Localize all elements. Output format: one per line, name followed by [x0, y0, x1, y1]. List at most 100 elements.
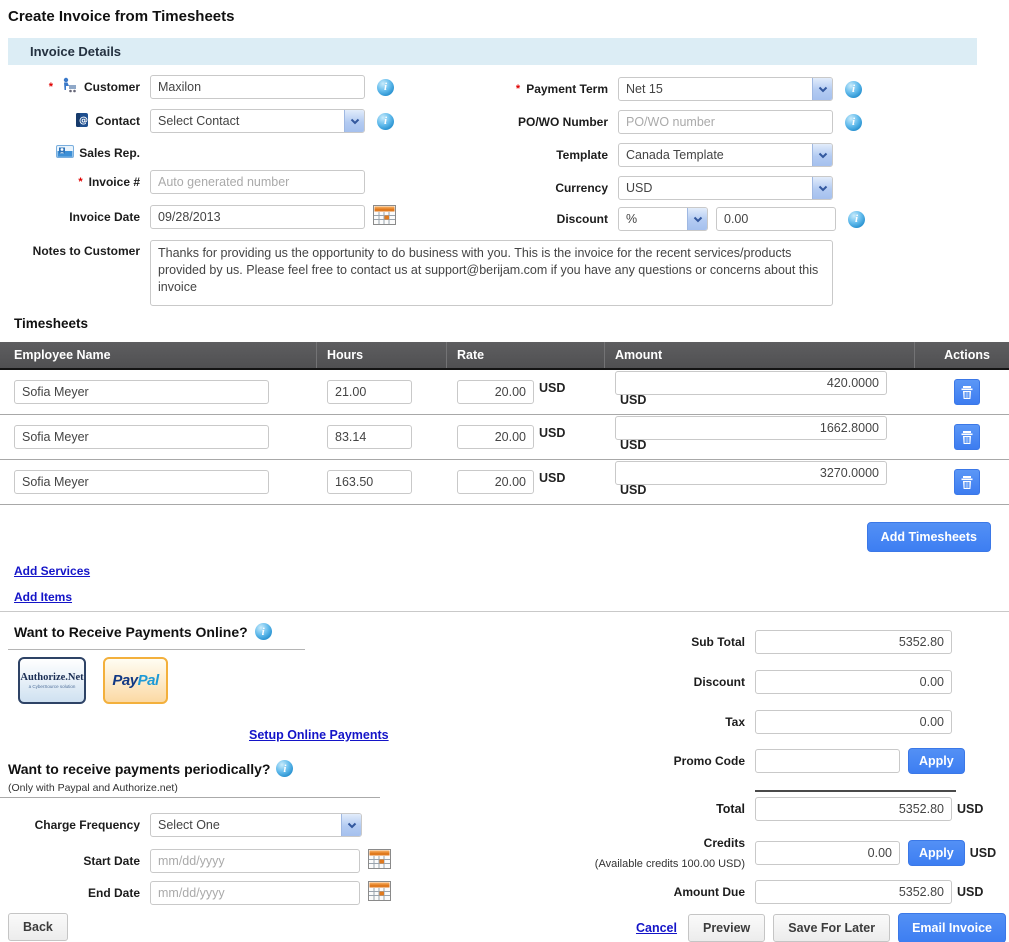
template-row: Template Canada Template: [505, 143, 833, 167]
po-number-input[interactable]: [618, 110, 833, 134]
invoice-date-row: Invoice Date: [0, 204, 396, 230]
sub-total-input[interactable]: [755, 630, 952, 654]
hours-input[interactable]: [327, 380, 412, 404]
timesheets-heading: Timesheets: [14, 316, 88, 331]
invoice-date-input[interactable]: [150, 205, 365, 229]
col-amount: Amount: [605, 342, 915, 368]
discount-total-input[interactable]: [755, 670, 952, 694]
divider: [8, 649, 305, 650]
calendar-icon[interactable]: [368, 848, 391, 874]
col-rate: Rate: [447, 342, 605, 368]
chevron-down-icon: [341, 814, 361, 836]
footer-actions: Cancel Preview Save For Later Email Invo…: [636, 913, 1006, 942]
amount-due-input[interactable]: [755, 880, 952, 904]
save-for-later-button[interactable]: Save For Later: [773, 914, 890, 942]
charge-frequency-select[interactable]: Select One: [150, 813, 362, 837]
periodic-info-icon[interactable]: i: [276, 760, 293, 777]
contact-select[interactable]: Select Contact: [150, 109, 365, 133]
tax-row: Tax: [585, 710, 1009, 734]
amount-currency-label: USD: [620, 438, 646, 452]
promo-apply-button[interactable]: Apply: [908, 748, 965, 774]
tax-label: Tax: [585, 715, 745, 729]
delete-row-button[interactable]: [954, 424, 980, 450]
amount-input[interactable]: [615, 461, 887, 485]
hours-input[interactable]: [327, 470, 412, 494]
start-date-input[interactable]: [150, 849, 360, 873]
back-button[interactable]: Back: [8, 913, 68, 941]
contact-info-icon[interactable]: i: [377, 113, 394, 130]
col-hours: Hours: [317, 342, 447, 368]
discount-info-icon[interactable]: i: [848, 211, 865, 228]
authorize-net-badge[interactable]: Authorize.Net a CyberSource solution: [18, 657, 86, 704]
employee-name-input[interactable]: [14, 425, 269, 449]
rate-input[interactable]: [457, 380, 534, 404]
chevron-down-icon: [687, 208, 707, 230]
employee-name-input[interactable]: [14, 380, 269, 404]
currency-select[interactable]: USD: [618, 176, 833, 200]
charge-frequency-label: Charge Frequency: [35, 818, 140, 832]
add-timesheets-button[interactable]: Add Timesheets: [867, 522, 991, 552]
discount-total-label: Discount: [585, 675, 745, 689]
amount-currency-label: USD: [620, 483, 646, 497]
template-select[interactable]: Canada Template: [618, 143, 833, 167]
svg-text:@: @: [79, 116, 88, 126]
periodic-subtext: (Only with Paypal and Authorize.net): [8, 782, 178, 794]
credits-apply-button[interactable]: Apply: [908, 840, 965, 866]
required-asterisk: *: [49, 81, 53, 93]
sales-rep-icon: [56, 144, 74, 161]
currency-row: Currency USD: [505, 176, 833, 200]
chevron-down-icon: [344, 110, 364, 132]
cancel-link[interactable]: Cancel: [636, 921, 677, 935]
timesheets-table: Employee Name Hours Rate Amount Actions …: [0, 342, 1009, 505]
preview-button[interactable]: Preview: [688, 914, 765, 942]
total-input[interactable]: [755, 797, 952, 821]
add-services-link[interactable]: Add Services: [14, 564, 90, 578]
notes-label: Notes to Customer: [33, 244, 140, 258]
add-items-link[interactable]: Add Items: [14, 590, 72, 604]
amount-input[interactable]: [615, 371, 887, 395]
hours-input[interactable]: [327, 425, 412, 449]
amount-due-row: Amount Due USD: [585, 880, 1009, 904]
po-number-row: PO/WO Number i: [505, 110, 862, 134]
rate-currency-label: USD: [539, 381, 565, 395]
charge-frequency-row: Charge Frequency Select One: [0, 813, 362, 837]
discount-unit-select[interactable]: %: [618, 207, 708, 231]
invoice-number-label: Invoice #: [89, 175, 140, 189]
paypal-badge[interactable]: PayPal: [103, 657, 168, 704]
trash-icon: [960, 475, 974, 490]
total-label: Total: [585, 802, 745, 816]
contact-label: Contact: [95, 114, 140, 128]
amount-due-label: Amount Due: [585, 885, 745, 899]
email-invoice-button[interactable]: Email Invoice: [898, 913, 1006, 942]
col-actions: Actions: [915, 342, 1009, 368]
invoice-details-heading: Invoice Details: [30, 44, 977, 59]
calendar-icon[interactable]: [368, 880, 391, 906]
payment-term-info-icon[interactable]: i: [845, 81, 862, 98]
employee-name-input[interactable]: [14, 470, 269, 494]
customer-info-icon[interactable]: i: [377, 79, 394, 96]
tax-input[interactable]: [755, 710, 952, 734]
end-date-input[interactable]: [150, 881, 360, 905]
customer-input[interactable]: [150, 75, 365, 99]
payment-term-select[interactable]: Net 15: [618, 77, 833, 101]
delete-row-button[interactable]: [954, 379, 980, 405]
rate-input[interactable]: [457, 470, 534, 494]
po-number-info-icon[interactable]: i: [845, 114, 862, 131]
invoice-details-section-bar: Invoice Details: [8, 38, 977, 65]
promo-code-input[interactable]: [755, 749, 900, 773]
setup-online-payments-link[interactable]: Setup Online Payments: [249, 728, 389, 742]
totals-panel: Sub Total Discount Tax Promo Code Apply …: [585, 615, 1009, 915]
promo-code-label: Promo Code: [585, 754, 745, 768]
calendar-icon[interactable]: [373, 204, 396, 230]
credits-input[interactable]: [755, 841, 900, 865]
discount-value-input[interactable]: [716, 207, 836, 231]
invoice-number-input[interactable]: [150, 170, 365, 194]
create-invoice-page: Create Invoice from Timesheets Invoice D…: [0, 0, 1009, 942]
total-row: Total USD: [585, 797, 1009, 821]
amount-input[interactable]: [615, 416, 887, 440]
rate-input[interactable]: [457, 425, 534, 449]
table-row: USD USD: [0, 460, 1009, 505]
payments-online-info-icon[interactable]: i: [255, 623, 272, 640]
delete-row-button[interactable]: [954, 469, 980, 495]
notes-textarea[interactable]: Thanks for providing us the opportunity …: [150, 240, 833, 306]
